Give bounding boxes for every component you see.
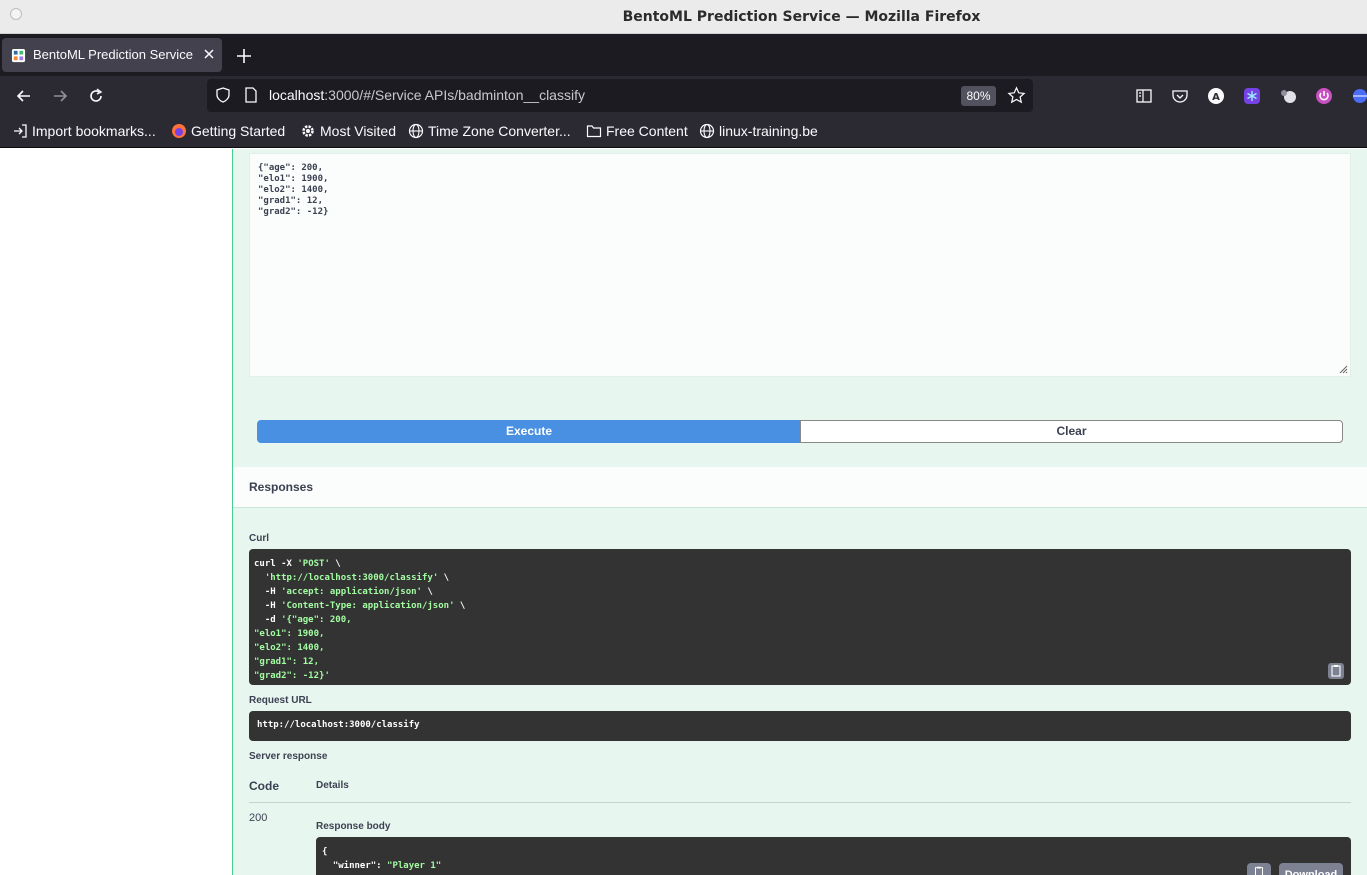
tab-title: BentoML Prediction Service <box>33 47 193 62</box>
bookmark-label: linux-training.be <box>719 123 818 139</box>
folder-icon <box>586 125 602 138</box>
window-title: BentoML Prediction Service — Mozilla Fir… <box>622 9 981 25</box>
response-line: { <box>322 847 328 857</box>
response-status-code: 200 <box>249 812 268 824</box>
reload-icon[interactable] <box>87 87 105 105</box>
globe-icon <box>408 123 424 139</box>
tab-strip: BentoML Prediction Service <box>0 34 1367 76</box>
curl-line: "grad1": 12, <box>254 657 320 667</box>
bookmark-import[interactable]: Import bookmarks... <box>12 123 156 139</box>
clear-button[interactable]: Clear <box>800 420 1343 443</box>
url-path: :3000/#/Service APIs/badminton__classify <box>324 87 585 103</box>
extension-ball-icon[interactable] <box>1279 87 1297 105</box>
extension-power-icon[interactable] <box>1315 87 1333 105</box>
star-icon[interactable] <box>1007 86 1026 105</box>
table-divider <box>249 802 1351 803</box>
window-titlebar: BentoML Prediction Service — Mozilla Fir… <box>0 0 1367 34</box>
download-button[interactable]: Download <box>1279 863 1343 875</box>
account-icon[interactable]: A <box>1207 87 1225 105</box>
bookmark-label: Most Visited <box>320 123 396 139</box>
curl-line: "grad2": -12}' <box>254 671 330 681</box>
clipboard-icon <box>1255 866 1263 875</box>
page-content: {"age": 200, "elo1": 1900, "elo2": 1400,… <box>0 149 1367 875</box>
bookmark-time-zone[interactable]: Time Zone Converter... <box>408 123 571 139</box>
nav-toolbar: localhost:3000/#/Service APIs/badminton_… <box>0 76 1367 116</box>
bookmark-label: Free Content <box>606 123 688 139</box>
execute-button[interactable]: Execute <box>257 420 801 443</box>
gear-icon <box>302 125 314 137</box>
forward-icon[interactable] <box>51 87 69 105</box>
bookmark-label: Import bookmarks... <box>32 123 156 139</box>
clipboard-icon <box>1331 665 1341 677</box>
page-icon[interactable] <box>243 87 259 103</box>
response-line: "winner": "Player 1" <box>322 861 442 871</box>
response-body-code-block: { "winner": "Player 1" <box>316 837 1351 875</box>
curl-line: "elo1": 1900, <box>254 629 325 639</box>
curl-line: -H 'accept: application/json' \ <box>254 587 433 597</box>
bookmark-label: Getting Started <box>191 123 286 139</box>
left-margin <box>0 149 232 875</box>
reader-view-icon[interactable] <box>1135 87 1153 105</box>
zoom-level[interactable]: 80% <box>961 86 996 106</box>
extension-snowflake-icon[interactable] <box>1243 87 1261 105</box>
copy-to-clipboard-button[interactable] <box>1328 663 1344 679</box>
details-column-header: Details <box>316 780 349 791</box>
bookmarks-toolbar: Import bookmarks... Getting Started Most… <box>0 116 1367 148</box>
tab-bentoml[interactable]: BentoML Prediction Service <box>2 38 222 72</box>
bookmark-getting-started[interactable]: Getting Started <box>171 123 285 139</box>
bookmark-free-content[interactable]: Free Content <box>586 123 688 139</box>
svg-text:A: A <box>1212 92 1220 103</box>
responses-header: Responses <box>233 467 1367 508</box>
shield-icon[interactable] <box>215 87 231 103</box>
bookmark-linux-training[interactable]: linux-training.be <box>699 123 818 139</box>
curl-line: -d '{"age": 200, <box>254 615 352 625</box>
bookmark-label: Time Zone Converter... <box>428 123 571 139</box>
back-icon[interactable] <box>15 87 33 105</box>
curl-line: 'http://localhost:3000/classify' \ <box>264 573 450 583</box>
request-url-value: http://localhost:3000/classify <box>249 711 1351 741</box>
new-tab-icon[interactable] <box>233 45 255 67</box>
request-url-label: Request URL <box>249 695 312 706</box>
bentoml-icon <box>11 48 26 63</box>
firefox-icon <box>172 124 186 138</box>
request-body-textarea[interactable]: {"age": 200, "elo1": 1900, "elo2": 1400,… <box>249 153 1351 377</box>
extension-globe-icon[interactable] <box>1351 87 1367 105</box>
curl-code-block: curl -X 'POST' \ 'http://localhost:3000/… <box>249 549 1351 685</box>
server-response-label: Server response <box>249 751 328 762</box>
response-copy-button[interactable] <box>1247 863 1271 875</box>
import-icon <box>14 124 27 138</box>
request-body-text: {"age": 200, "elo1": 1900, "elo2": 1400,… <box>258 163 329 217</box>
curl-line: -H 'Content-Type: application/json' \ <box>254 601 466 611</box>
globe-icon <box>699 123 715 139</box>
resize-grip-icon[interactable] <box>1339 365 1348 374</box>
pocket-icon[interactable] <box>1171 87 1189 105</box>
url-bar[interactable]: localhost:3000/#/Service APIs/badminton_… <box>207 79 1033 112</box>
curl-line: curl -X 'POST' \ <box>254 559 341 569</box>
url-text[interactable]: localhost:3000/#/Service APIs/badminton_… <box>269 87 585 103</box>
bookmark-most-visited[interactable]: Most Visited <box>300 123 396 139</box>
url-host: localhost <box>269 87 325 103</box>
operation-block-classify: {"age": 200, "elo1": 1900, "elo2": 1400,… <box>232 149 1367 875</box>
response-body-label: Response body <box>316 821 391 832</box>
responses-title: Responses <box>249 480 314 494</box>
code-column-header: Code <box>249 779 279 793</box>
curl-line: "elo2": 1400, <box>254 643 325 653</box>
curl-label: Curl <box>249 533 269 544</box>
close-icon[interactable] <box>201 46 217 62</box>
execute-button-group: Execute Clear <box>257 420 1343 443</box>
